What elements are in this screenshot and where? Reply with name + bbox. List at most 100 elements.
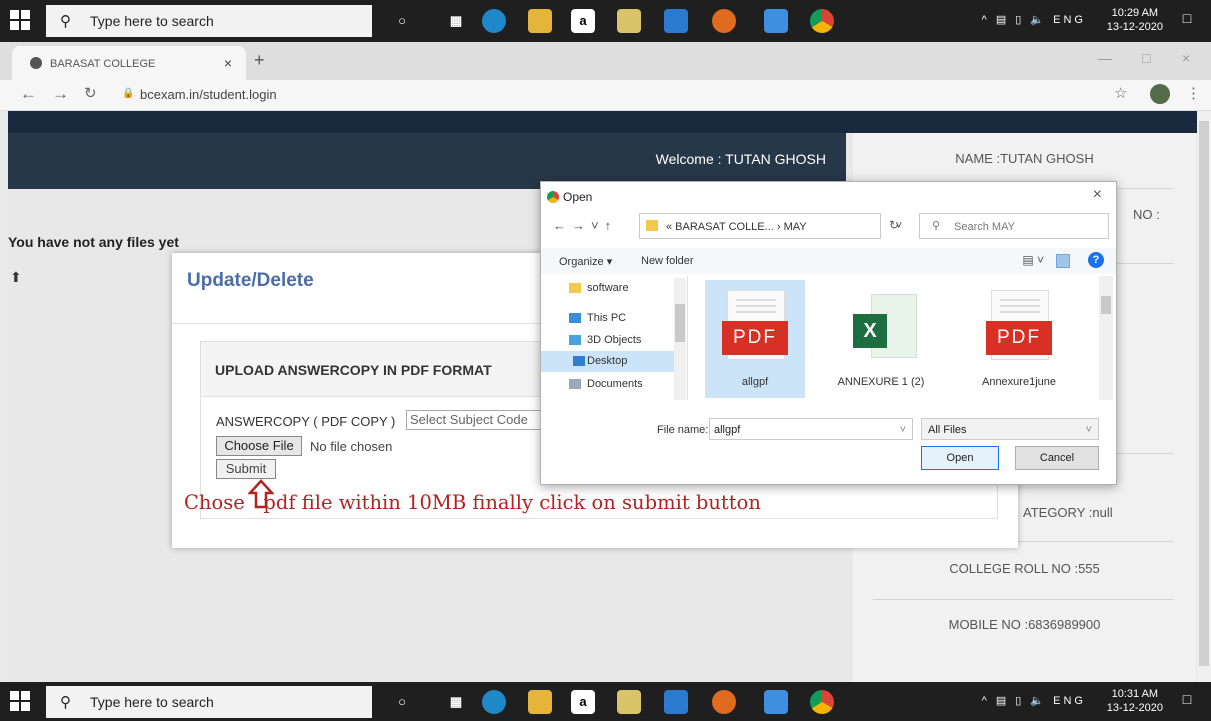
submit-button[interactable]: Submit [216,459,276,479]
tree-item-documents[interactable]: Documents [569,374,683,395]
filename-input[interactable]: allgpf ˅ [709,418,913,440]
file-item-annexure-1-2[interactable]: X ANNEXURE 1 (2) [831,280,931,398]
view-options-icon[interactable]: ▤ ˅ [1022,253,1044,267]
restore-icon[interactable]: □ [1142,50,1150,66]
firefox-icon[interactable] [712,690,736,714]
menu-icon[interactable]: ⋮ [1186,84,1201,102]
mail-icon[interactable] [664,9,688,33]
refresh-icon[interactable]: ↻ [889,218,899,232]
forward-icon[interactable]: → [52,84,69,104]
clock[interactable]: 10:29 AM 13-12-2020 [1107,6,1163,34]
store-icon[interactable] [617,690,641,714]
file-list: PDF allgpf X ANNEXURE 1 (2) PDF Annexure… [691,276,1099,400]
open-button[interactable]: Open [921,446,999,470]
info-no: NO : [1133,207,1160,222]
system-tray[interactable]: ^ ▤ ▯ 🔈 ENG [982,694,1086,707]
upload-icon[interactable]: ⬆ [10,269,22,286]
site-header [8,111,1197,133]
page-scrollbar[interactable] [1197,111,1211,682]
notification-icon[interactable]: □ [1177,691,1197,711]
tree-item-this-pc[interactable]: This PC [569,308,683,329]
help-icon[interactable]: ? [1088,252,1104,268]
dialog-toolbar: Organize ▾ New folder ▤ ˅ ? [541,248,1116,274]
cortana-icon[interactable]: ○ [390,690,414,714]
windows-start-icon[interactable] [10,10,32,32]
organize-menu[interactable]: Organize ▾ [559,255,612,268]
edge-icon[interactable] [482,690,506,714]
bookmark-star-icon[interactable]: ☆ [1114,84,1127,102]
close-icon[interactable]: × [1093,186,1102,204]
folder-tree: software This PC 3D Objects Desktop Docu… [541,276,688,400]
app-icon[interactable] [764,690,788,714]
computer-icon [569,313,581,323]
amazon-icon[interactable]: a [571,690,595,714]
file-explorer-icon[interactable] [528,9,552,33]
taskbar-search[interactable]: ⚲ Type here to search [46,686,372,718]
task-view-icon[interactable]: ▦ [444,9,468,33]
taskbar-bottom: ⚲ Type here to search ○ ▦ a ^ ▤ ▯ 🔈 ENG … [0,682,1211,721]
address-bar: ← → ↻ 🔒 bcexam.in/student.login ☆ ⋮ [0,80,1211,111]
windows-start-icon[interactable] [10,691,32,713]
folder-icon [646,220,658,231]
tree-scrollbar[interactable] [674,278,686,400]
open-file-dialog: Open × ←→˅↑ « BARASAT COLLE... › MAY ˅ ↻… [540,181,1117,485]
cube-icon [569,335,581,345]
subject-code-select[interactable]: Select Subject Code [406,410,556,430]
browser-tab[interactable]: BARASAT COLLEGE × [12,46,246,80]
firefox-icon[interactable] [712,9,736,33]
preview-pane-icon[interactable] [1056,254,1070,268]
reload-icon[interactable]: ↻ [84,84,97,102]
task-view-icon[interactable]: ▦ [444,690,468,714]
tree-item-software[interactable]: software [569,278,683,299]
lock-icon: 🔒 [122,88,135,99]
file-item-annexure1june[interactable]: PDF Annexure1june [969,280,1069,398]
info-mobile: MOBILE NO :6836989900 [948,617,1101,632]
edge-icon[interactable] [482,9,506,33]
tree-item-desktop[interactable]: Desktop [541,351,674,372]
store-icon[interactable] [617,9,641,33]
search-icon: ⚲ [60,694,71,711]
profile-avatar[interactable] [1150,84,1170,104]
desktop-icon [573,356,585,366]
search-icon: ⚲ [932,220,941,232]
cancel-button[interactable]: Cancel [1015,446,1099,470]
modal-title: Update/Delete [187,270,314,291]
system-tray[interactable]: ^ ▤ ▯ 🔈 ENG [982,13,1086,26]
app-icon[interactable] [764,9,788,33]
close-window-icon[interactable]: × [1182,50,1190,66]
excel-file-icon: X [853,294,917,358]
folder-icon [569,283,581,293]
info-category: ATEGORY :null [1023,505,1113,520]
chrome-icon[interactable] [810,9,834,33]
url-field[interactable]: bcexam.in/student.login [140,87,277,102]
chevron-down-icon[interactable]: ˅ [900,424,906,436]
back-icon[interactable]: ← [20,84,37,104]
document-icon [569,379,581,389]
clock[interactable]: 10:31 AM 13-12-2020 [1107,687,1163,715]
minimize-icon[interactable]: — [1098,50,1112,66]
file-item-allgpf[interactable]: PDF allgpf [705,280,805,398]
tree-item-3d-objects[interactable]: 3D Objects [569,330,683,351]
chrome-icon[interactable] [810,690,834,714]
new-folder-button[interactable]: New folder [641,255,694,267]
choose-file-button[interactable]: Choose File [216,436,302,456]
dialog-nav-buttons[interactable]: ←→˅↑ [553,218,617,233]
filename-label: File name: [657,424,709,436]
file-explorer-icon[interactable] [528,690,552,714]
filetype-select[interactable]: All Files ˅ [921,418,1099,440]
info-name: NAME :TUTAN GHOSH [955,151,1094,166]
close-tab-icon[interactable]: × [224,55,232,71]
cortana-icon[interactable]: ○ [390,9,414,33]
dialog-title: Open [563,190,593,204]
notification-icon[interactable]: □ [1177,10,1197,30]
amazon-icon[interactable]: a [571,9,595,33]
new-tab-icon[interactable]: + [254,50,265,71]
search-icon: ⚲ [60,13,71,30]
path-breadcrumb[interactable]: « BARASAT COLLE... › MAY ˅ [639,213,902,239]
taskbar-search[interactable]: ⚲ Type here to search [46,5,372,37]
info-roll: COLLEGE ROLL NO :555 [949,561,1100,576]
mail-icon[interactable] [664,690,688,714]
search-field[interactable]: ⚲ Search MAY [919,213,1109,239]
pdf-file-icon: PDF [722,290,788,360]
files-scrollbar[interactable] [1099,276,1113,400]
